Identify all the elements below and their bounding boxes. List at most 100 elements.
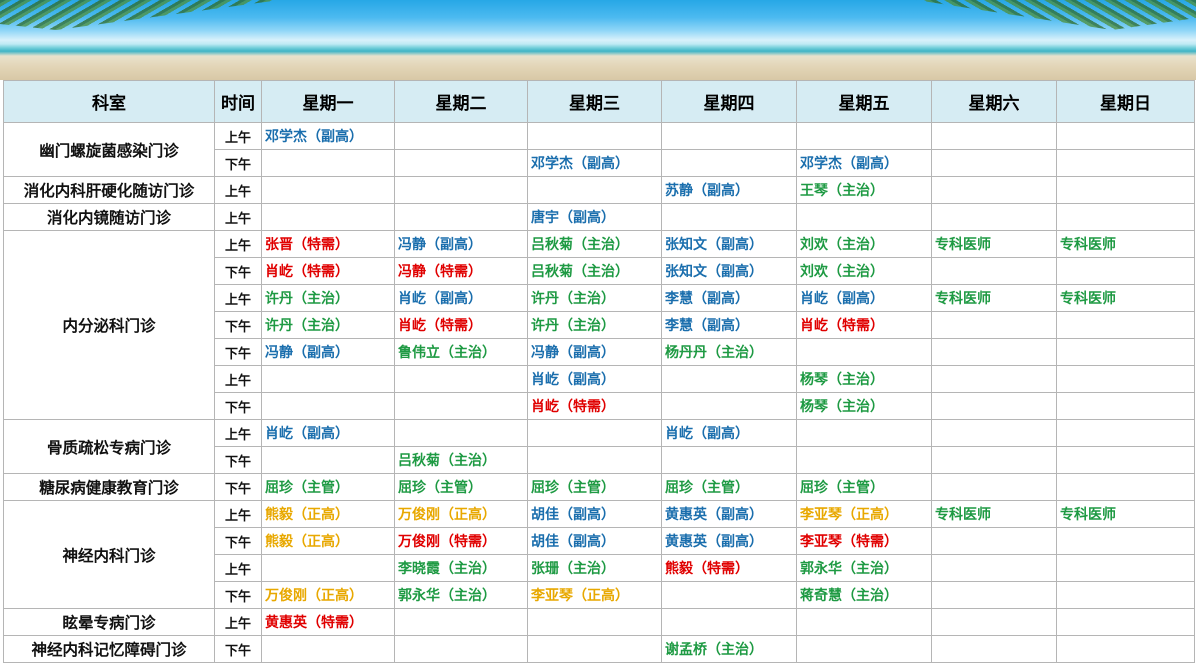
doctor-cell: 李慧（副高） bbox=[661, 311, 797, 339]
time-cell: 上午 bbox=[214, 284, 262, 312]
doctor-cell bbox=[394, 122, 528, 150]
doctor-cell: 熊毅（正高） bbox=[261, 500, 395, 528]
header-dept: 科室 bbox=[3, 80, 215, 123]
doctor-cell bbox=[394, 365, 528, 393]
doctor-cell: 黄惠英（副高） bbox=[661, 527, 797, 555]
time-cell: 上午 bbox=[214, 122, 262, 150]
header-tue: 星期二 bbox=[394, 80, 528, 123]
header-row: 科室 时间 星期一 星期二 星期三 星期四 星期五 星期六 星期日 bbox=[3, 80, 1195, 123]
department-cell: 消化内科肝硬化随访门诊 bbox=[3, 176, 215, 204]
doctor-cell: 熊毅（正高） bbox=[261, 527, 395, 555]
doctor-cell bbox=[1056, 176, 1195, 204]
table-row: 神经内科记忆障碍门诊 下午 谢孟桥（主治） bbox=[3, 635, 1195, 663]
doctor-cell bbox=[1056, 473, 1195, 501]
doctor-cell: 许丹（主治） bbox=[261, 284, 395, 312]
doctor-cell bbox=[931, 176, 1057, 204]
table-row: 幽门螺旋菌感染门诊 上午 邓学杰（副高） bbox=[3, 122, 1195, 177]
doctor-cell: 肖屹（副高） bbox=[527, 365, 662, 393]
doctor-cell: 苏静（副高） bbox=[661, 176, 797, 204]
table-row: 骨质疏松专病门诊 上午 肖屹（副高） 肖屹（副高） bbox=[3, 419, 1195, 474]
doctor-cell: 李亚琴（特需） bbox=[796, 527, 932, 555]
doctor-cell bbox=[261, 365, 395, 393]
doctor-cell bbox=[931, 311, 1057, 339]
doctor-cell bbox=[931, 635, 1057, 663]
doctor-cell bbox=[1056, 446, 1195, 474]
doctor-cell: 张晋（特需） bbox=[261, 230, 395, 258]
doctor-cell: 专科医师 bbox=[931, 230, 1057, 258]
doctor-cell bbox=[1056, 122, 1195, 150]
doctor-cell bbox=[394, 203, 528, 231]
doctor-cell bbox=[931, 608, 1057, 636]
doctor-cell bbox=[394, 635, 528, 663]
department-cell: 眩晕专病门诊 bbox=[3, 608, 215, 636]
doctor-cell: 冯静（特需） bbox=[394, 257, 528, 285]
doctor-cell: 肖屹（副高） bbox=[394, 284, 528, 312]
doctor-cell bbox=[931, 392, 1057, 420]
doctor-cell bbox=[1056, 149, 1195, 177]
doctor-cell bbox=[796, 635, 932, 663]
doctor-cell: 刘欢（主治） bbox=[796, 230, 932, 258]
doctor-cell bbox=[931, 257, 1057, 285]
clinic-schedule-table: 科室 时间 星期一 星期二 星期三 星期四 星期五 星期六 星期日 幽门螺旋菌感染门诊 上午 邓学杰… bbox=[3, 80, 1195, 663]
doctor-cell: 吕秋菊（主治） bbox=[527, 230, 662, 258]
palm-leaves-left bbox=[0, 0, 280, 30]
time-cell: 下午 bbox=[214, 527, 262, 555]
doctor-cell bbox=[527, 446, 662, 474]
department-cell: 糖尿病健康教育门诊 bbox=[3, 473, 215, 501]
table-row: 眩晕专病门诊 上午 黄惠英（特需） bbox=[3, 608, 1195, 636]
doctor-cell: 刘欢（主治） bbox=[796, 257, 932, 285]
department-cell: 幽门螺旋菌感染门诊 bbox=[3, 122, 215, 177]
time-cell: 下午 bbox=[214, 311, 262, 339]
doctor-cell bbox=[661, 365, 797, 393]
doctor-cell: 专科医师 bbox=[1056, 230, 1195, 258]
doctor-cell bbox=[527, 176, 662, 204]
doctor-cell: 吕秋菊（主治） bbox=[394, 446, 528, 474]
doctor-cell: 肖屹（特需） bbox=[796, 311, 932, 339]
doctor-cell bbox=[931, 419, 1057, 447]
table-row: 神经内科门诊 上午 熊毅（正高） 万俊刚（正高） 胡佳（副高） 黄惠英（副高） 李亚琴（正高… bbox=[3, 500, 1195, 609]
doctor-cell bbox=[1056, 338, 1195, 366]
doctor-cell: 屈珍（主管） bbox=[394, 473, 528, 501]
time-cell: 上午 bbox=[214, 230, 262, 258]
doctor-cell bbox=[261, 176, 395, 204]
header-mon: 星期一 bbox=[261, 80, 395, 123]
doctor-cell: 邓学杰（副高） bbox=[527, 149, 662, 177]
doctor-cell bbox=[661, 581, 797, 609]
doctor-cell bbox=[394, 419, 528, 447]
doctor-cell bbox=[261, 149, 395, 177]
doctor-cell bbox=[1056, 365, 1195, 393]
table-row: 消化内镜随访门诊 上午 唐宇（副高） bbox=[3, 203, 1195, 231]
doctor-cell: 谢孟桥（主治） bbox=[661, 635, 797, 663]
doctor-cell bbox=[661, 392, 797, 420]
time-cell: 下午 bbox=[214, 581, 262, 609]
doctor-cell bbox=[527, 122, 662, 150]
doctor-cell bbox=[661, 446, 797, 474]
doctor-cell bbox=[931, 149, 1057, 177]
doctor-cell: 张珊（主治） bbox=[527, 554, 662, 582]
doctor-cell bbox=[394, 149, 528, 177]
doctor-cell: 专科医师 bbox=[1056, 500, 1195, 528]
doctor-cell: 邓学杰（副高） bbox=[261, 122, 395, 150]
doctor-cell: 黄惠英（副高） bbox=[661, 500, 797, 528]
doctor-cell bbox=[931, 203, 1057, 231]
department-cell: 内分泌科门诊 bbox=[3, 230, 215, 420]
doctor-cell bbox=[931, 122, 1057, 150]
doctor-cell: 蒋奇慧（主治） bbox=[796, 581, 932, 609]
doctor-cell: 肖屹（副高） bbox=[661, 419, 797, 447]
doctor-cell: 许丹（主治） bbox=[527, 284, 662, 312]
doctor-cell bbox=[394, 392, 528, 420]
doctor-cell: 万俊刚（正高） bbox=[394, 500, 528, 528]
doctor-cell bbox=[661, 122, 797, 150]
doctor-cell: 冯静（副高） bbox=[261, 338, 395, 366]
doctor-cell bbox=[796, 338, 932, 366]
doctor-cell bbox=[527, 635, 662, 663]
doctor-cell bbox=[796, 122, 932, 150]
doctor-cell: 王琴（主治） bbox=[796, 176, 932, 204]
doctor-cell: 冯静（副高） bbox=[394, 230, 528, 258]
doctor-cell: 肖屹（副高） bbox=[261, 419, 395, 447]
doctor-cell bbox=[931, 446, 1057, 474]
doctor-cell bbox=[796, 203, 932, 231]
time-cell: 上午 bbox=[214, 554, 262, 582]
time-cell: 上午 bbox=[214, 203, 262, 231]
time-cell: 上午 bbox=[214, 176, 262, 204]
